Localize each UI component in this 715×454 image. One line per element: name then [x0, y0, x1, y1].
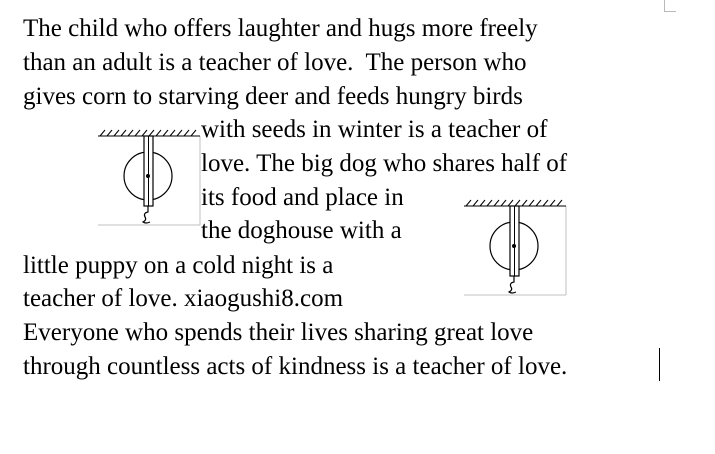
text-line-3: gives corn to starving deer and feeds hu…: [23, 83, 523, 110]
text-line-10: Everyone who spends their lives sharing …: [23, 319, 534, 346]
text-line-5: love. The big dog who shares half of: [201, 150, 568, 177]
page-corner-marker: [664, 0, 676, 12]
text-line-9: teacher of love. xiaogushi8.com: [23, 285, 344, 312]
pulley-diagram-icon: [464, 199, 567, 296]
text-line-6: its food and place in: [201, 184, 404, 211]
document-page: The child who offers laughter and hugs m…: [0, 0, 715, 454]
text-line-1: The child who offers laughter and hugs m…: [23, 15, 538, 42]
text-line-11: through countless acts of kindness is a …: [23, 353, 568, 380]
text-line-2: than an adult is a teacher of love. The …: [23, 49, 527, 76]
text-cursor: [659, 348, 660, 381]
text-line-4: with seeds in winter is a teacher of: [201, 116, 548, 143]
text-line-8: little puppy on a cold night is a: [23, 252, 334, 279]
text-line-7: the doghouse with a: [201, 217, 402, 244]
pulley-diagram-icon: [98, 129, 201, 226]
